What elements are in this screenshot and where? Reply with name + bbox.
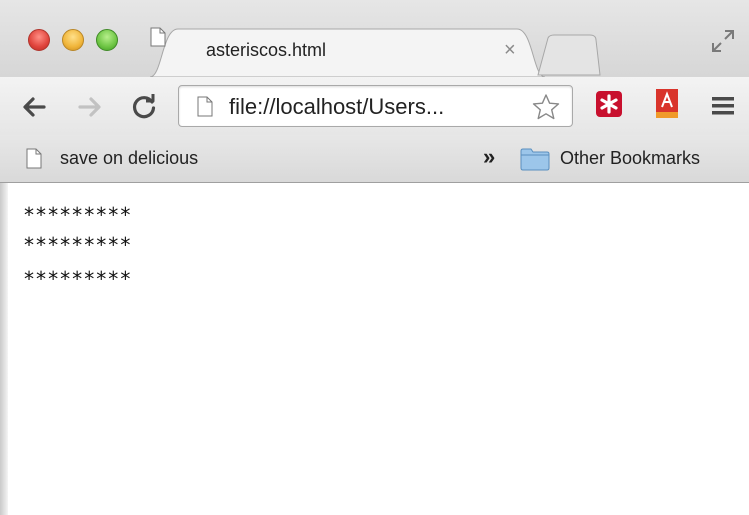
- lastpass-icon[interactable]: [595, 90, 623, 118]
- bookmarks-bar: save on delicious » Other Bookmarks: [0, 135, 749, 183]
- folder-icon: [520, 148, 550, 171]
- asterisk-line: *********: [23, 233, 132, 257]
- new-tab-button[interactable]: [534, 34, 604, 76]
- address-bar[interactable]: file://localhost/Users...: [178, 85, 573, 127]
- tab-close-icon[interactable]: ×: [504, 39, 516, 62]
- zoom-window-button[interactable]: [96, 29, 118, 51]
- url-text[interactable]: file://localhost/Users...: [229, 94, 444, 120]
- bookmarks-overflow-button[interactable]: »: [483, 144, 495, 170]
- bookmark-save-on-delicious[interactable]: save on delicious: [60, 148, 198, 169]
- minimize-window-button[interactable]: [62, 29, 84, 51]
- window-edge: [0, 183, 8, 515]
- back-arrow-icon[interactable]: [20, 93, 48, 121]
- asterisk-line: *********: [23, 203, 132, 227]
- page-icon: [26, 148, 42, 169]
- forward-arrow-icon[interactable]: [76, 93, 104, 121]
- pdf-icon[interactable]: [653, 88, 681, 120]
- page-content: ********* ********* *********: [8, 183, 749, 515]
- tab-asteriscos[interactable]: asteriscos.html ×: [150, 27, 545, 77]
- tab-strip: asteriscos.html ×: [0, 0, 749, 77]
- page-icon: [150, 27, 166, 47]
- star-icon[interactable]: [531, 93, 561, 121]
- browser-window: asteriscos.html × file://localhost/Users…: [0, 0, 749, 515]
- menu-icon[interactable]: [710, 95, 736, 117]
- asterisk-line: *********: [23, 267, 132, 291]
- other-bookmarks-folder[interactable]: Other Bookmarks: [560, 148, 700, 169]
- toolbar: file://localhost/Users...: [0, 77, 749, 135]
- tab-title: asteriscos.html: [206, 40, 327, 60]
- close-window-button[interactable]: [28, 29, 50, 51]
- reload-icon[interactable]: [130, 93, 158, 121]
- fullscreen-icon[interactable]: [710, 28, 736, 54]
- page-icon: [197, 96, 213, 117]
